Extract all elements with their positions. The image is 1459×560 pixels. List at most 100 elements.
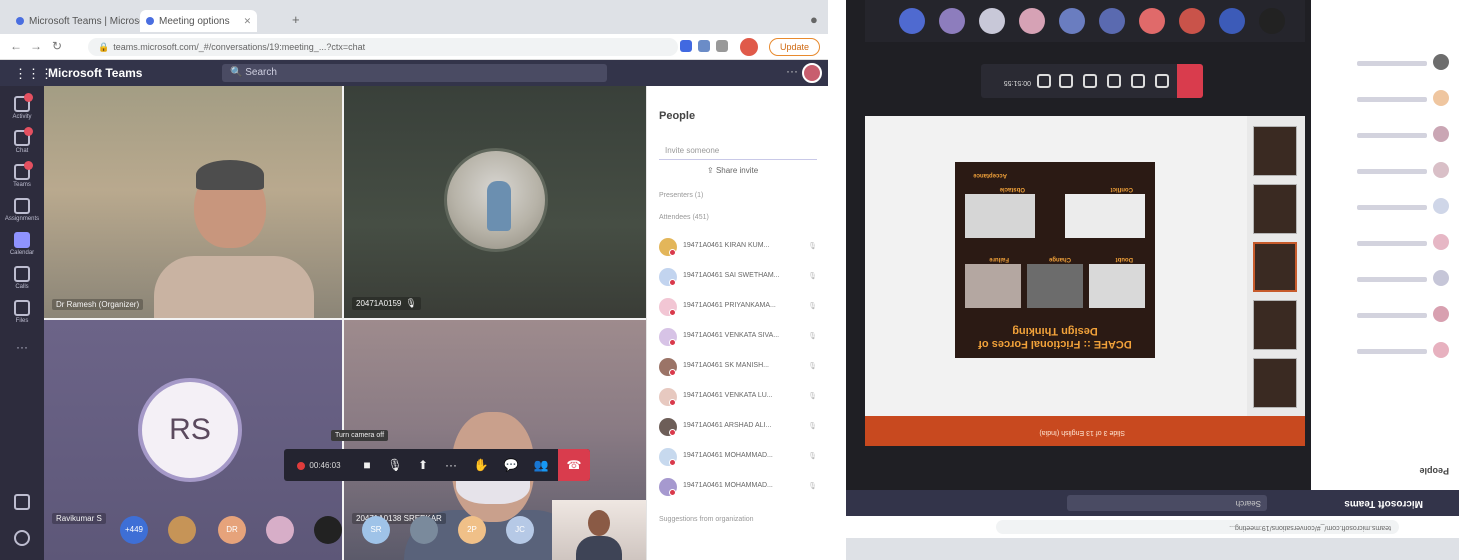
attendee-row[interactable]: 19471A0461 PRIYANKAMA... 🎙	[659, 296, 819, 322]
hang-up-button[interactable]: ☎	[558, 449, 590, 481]
browser-profile-avatar[interactable]	[740, 38, 758, 56]
video-tile-organizer[interactable]: Dr Ramesh (Organizer)	[44, 86, 342, 318]
attendee-row[interactable]	[1319, 230, 1449, 252]
participant-chip[interactable]	[1259, 8, 1285, 34]
more-options-icon[interactable]: ···	[786, 64, 798, 78]
right-screenshot-rotated: teams.microsoft.com/_#/conversations/19:…	[846, 0, 1459, 560]
attendee-row[interactable]: 19471A0461 ARSHAD ALI... 🎙	[659, 416, 819, 442]
participant-chip[interactable]: DR	[218, 516, 246, 544]
participant-chip[interactable]: +449	[120, 516, 148, 544]
mic-icon[interactable]	[1037, 74, 1051, 88]
more-options-icon[interactable]	[1083, 74, 1097, 88]
participant-chip[interactable]	[1019, 8, 1045, 34]
participant-chip[interactable]	[979, 8, 1005, 34]
attendee-row[interactable]: 19471A0461 SAI SWETHAM... 🎙	[659, 266, 819, 292]
video-tile-student[interactable]: 20471A0159 🎙	[344, 86, 646, 318]
rail-files[interactable]: Files	[2, 296, 42, 338]
close-tab-icon[interactable]: ✕	[244, 16, 252, 26]
url-field[interactable]: 🔒 teams.microsoft.com/_#/conversations/19…	[88, 38, 678, 56]
participant-chip[interactable]: SR	[362, 516, 390, 544]
participants-icon[interactable]	[1155, 74, 1169, 88]
attendee-name	[1357, 349, 1427, 354]
attendee-row[interactable]	[1319, 122, 1449, 144]
hang-up-button[interactable]	[1177, 64, 1203, 98]
slide-thumbnail[interactable]	[1253, 300, 1297, 350]
participant-chip[interactable]	[1099, 8, 1125, 34]
extension-icon[interactable]	[698, 40, 710, 52]
attendee-row[interactable]	[1319, 86, 1449, 108]
slide-thumbnail[interactable]	[1253, 242, 1297, 292]
participant-chip[interactable]: JC	[506, 516, 534, 544]
attendee-row[interactable]: 19471A0461 VENKATA LU... 🎙	[659, 386, 819, 412]
attendee-row[interactable]	[1319, 50, 1449, 72]
participant-chip[interactable]	[410, 516, 438, 544]
slide-thumbnail[interactable]	[1253, 358, 1297, 408]
update-button[interactable]: Update	[768, 38, 820, 56]
attendee-row[interactable]	[1319, 338, 1449, 360]
forward-icon[interactable]: →	[30, 39, 42, 53]
participant-chip[interactable]	[266, 516, 294, 544]
shared-presentation[interactable]: DCAFE :: Frictional Forces of Design Thi…	[865, 116, 1305, 416]
participant-chip[interactable]	[899, 8, 925, 34]
share-invite-button[interactable]: ⇪ Share invite	[707, 166, 758, 175]
presenters-header[interactable]: Presenters (1)	[659, 192, 703, 199]
chat-icon[interactable]	[1131, 74, 1145, 88]
back-icon[interactable]: ←	[10, 39, 22, 53]
search-input[interactable]: Search	[1067, 495, 1267, 511]
attendee-row[interactable]: 19471A0461 MOHAMMAD... 🎙	[659, 446, 819, 472]
attendee-row[interactable]: 19471A0461 VENKATA SIVA... 🎙	[659, 326, 819, 352]
slide-image	[1065, 194, 1145, 238]
attendee-row[interactable]	[1319, 158, 1449, 180]
attendee-row[interactable]	[1319, 266, 1449, 288]
participant-chip[interactable]: 2P	[458, 516, 486, 544]
attendee-name	[1357, 205, 1427, 210]
attendee-name	[1357, 277, 1427, 282]
attendee-avatar	[1433, 342, 1449, 358]
url-field[interactable]: teams.microsoft.com/_#/conversations/19:…	[996, 520, 1399, 534]
window-control-icon[interactable]: ●	[810, 12, 818, 27]
slide-thumbnail[interactable]	[1253, 184, 1297, 234]
hand-icon[interactable]	[1107, 74, 1121, 88]
new-tab-icon[interactable]: +	[292, 12, 300, 27]
mic-button[interactable]: 🎙	[380, 449, 410, 481]
more-actions-button[interactable]: ···	[436, 449, 466, 481]
camera-button[interactable]: ■	[352, 449, 382, 481]
attendee-row[interactable]	[1319, 194, 1449, 216]
people-icon: 👥	[533, 458, 549, 472]
status-dot	[669, 339, 676, 346]
self-view-video[interactable]	[552, 500, 646, 560]
user-avatar[interactable]	[802, 63, 822, 83]
attendee-name: 19471A0461 KIRAN KUM...	[683, 242, 770, 249]
attendees-header[interactable]: Attendees (451)	[659, 214, 709, 221]
participant-chip[interactable]	[1219, 8, 1245, 34]
browser-tab-meeting-options[interactable]: Meeting options ✕	[140, 10, 258, 32]
participant-chip[interactable]	[1059, 8, 1085, 34]
participant-chip[interactable]	[939, 8, 965, 34]
reload-icon[interactable]: ↻	[52, 39, 62, 53]
rail-help[interactable]	[2, 526, 42, 560]
attendee-row[interactable]	[1319, 302, 1449, 324]
raise-hand-button[interactable]: ✋	[466, 449, 496, 481]
slide-thumbnail[interactable]	[1253, 126, 1297, 176]
attendee-row[interactable]: 19471A0461 SK MANISH... 🎙	[659, 356, 819, 382]
suggestions-footer[interactable]: Suggestions from organization	[659, 516, 754, 523]
participants-button[interactable]: 👥	[526, 449, 556, 481]
extension-icon[interactable]	[716, 40, 728, 52]
share-screen-button[interactable]: ⬆	[408, 449, 438, 481]
extension-icon[interactable]	[680, 40, 692, 52]
chat-button[interactable]: 💬	[496, 449, 526, 481]
attendee-row[interactable]: 19471A0461 MOHAMMAD... 🎙	[659, 476, 819, 502]
participant-chip[interactable]	[1179, 8, 1205, 34]
attendee-avatar	[659, 358, 677, 376]
invite-input[interactable]: Invite someone	[659, 142, 817, 160]
people-title: People	[1419, 466, 1449, 476]
participant-chip[interactable]	[168, 516, 196, 544]
search-input[interactable]: 🔍 Search	[222, 64, 607, 82]
hand-icon: ✋	[473, 458, 489, 472]
participant-chip[interactable]	[1139, 8, 1165, 34]
rail-more[interactable]: ···	[2, 338, 42, 380]
attendee-name: 19471A0461 MOHAMMAD...	[683, 452, 773, 459]
share-screen-icon[interactable]	[1059, 74, 1073, 88]
participant-chip[interactable]	[314, 516, 342, 544]
attendee-row[interactable]: 19471A0461 KIRAN KUM... 🎙	[659, 236, 819, 262]
